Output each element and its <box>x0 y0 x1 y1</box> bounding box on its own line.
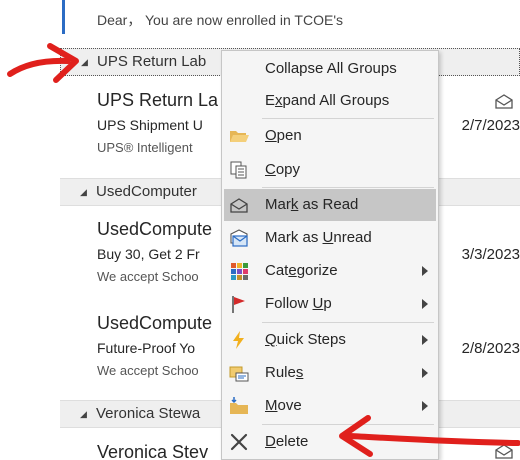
email-preview: UPS® Intelligent <box>97 140 193 155</box>
menu-item-label: Mark as Read <box>265 196 359 213</box>
envelope-open-icon[interactable] <box>494 442 514 460</box>
selection-indicator <box>62 0 65 34</box>
rules-icon <box>229 366 249 382</box>
menu-item-label: Delete <box>265 433 309 450</box>
envelope-open-icon[interactable] <box>494 92 514 110</box>
email-date: 2/8/2023 <box>461 340 520 357</box>
email-subject: Buy 30, Get 2 Fr <box>97 246 200 262</box>
submenu-arrow-icon <box>422 266 428 276</box>
menu-item-quick-steps[interactable]: Quick Steps <box>222 324 438 356</box>
group-name: UsedComputer <box>96 183 197 200</box>
menu-item-open[interactable]: Open <box>222 120 438 152</box>
menu-item-move[interactable]: Move <box>222 390 438 422</box>
menu-item-label: Rules <box>265 364 304 381</box>
move-folder-icon <box>230 397 248 414</box>
email-sender: UsedCompute <box>97 313 213 333</box>
email-subject: Future-Proof Yo <box>97 340 196 356</box>
menu-item-categorize[interactable]: Categorize <box>222 255 438 287</box>
menu-item-mark-as-unread[interactable]: Mark as Unread <box>222 222 438 254</box>
flag-icon <box>232 296 245 313</box>
lightning-icon <box>233 331 244 349</box>
menu-item-expand-all-groups[interactable]: Expand All Groups <box>222 85 438 117</box>
email-date: 2/7/2023 <box>461 117 520 134</box>
folder-open-icon <box>230 131 249 142</box>
collapse-triangle-icon[interactable]: ◢ <box>81 57 88 68</box>
menu-item-label: Quick Steps <box>265 331 346 348</box>
group-name: UPS Return Lab <box>97 53 207 70</box>
context-menu: Collapse All Groups Expand All Groups Op… <box>221 50 439 460</box>
menu-item-follow-up[interactable]: Follow Up <box>222 288 438 320</box>
email-sender: Veronica Stev <box>97 442 209 460</box>
email-preview: We accept Schoo <box>97 363 199 378</box>
submenu-arrow-icon <box>422 368 428 378</box>
menu-item-mark-as-read[interactable]: Mark as Read <box>224 189 436 221</box>
email-preview-snippet: Dear， You are now enrolled in TCOE's <box>97 12 343 28</box>
submenu-arrow-icon <box>422 401 428 411</box>
email-date: 3/3/2023 <box>461 246 520 263</box>
menu-item-label: Copy <box>265 161 301 178</box>
collapse-triangle-icon[interactable]: ◢ <box>80 409 87 420</box>
group-name: Veronica Stewa <box>96 405 201 422</box>
menu-item-label: Collapse All Groups <box>265 60 397 77</box>
menu-item-label: Categorize <box>265 262 338 279</box>
envelope-unread-icon <box>230 229 248 247</box>
menu-item-label: Follow Up <box>265 295 332 312</box>
email-subject: UPS Shipment U <box>97 117 203 133</box>
menu-item-copy[interactable]: Copy <box>222 154 438 186</box>
menu-item-delete[interactable]: Delete <box>222 426 438 458</box>
menu-item-rules[interactable]: Rules <box>222 357 438 389</box>
menu-item-label: Open <box>265 127 302 144</box>
menu-separator <box>262 322 434 323</box>
menu-item-label: Expand All Groups <box>265 92 390 109</box>
envelope-open-icon <box>230 198 248 213</box>
delete-x-icon <box>230 433 248 451</box>
menu-separator <box>262 187 434 188</box>
categorize-icon <box>231 263 248 280</box>
copy-icon <box>230 161 247 179</box>
menu-item-label: Mark as Unread <box>265 229 372 246</box>
email-sender: UPS Return La <box>97 90 219 110</box>
menu-separator <box>262 424 434 425</box>
email-preview: We accept Schoo <box>97 269 199 284</box>
menu-item-collapse-all-groups[interactable]: Collapse All Groups <box>222 53 438 85</box>
menu-separator <box>262 118 434 119</box>
menu-item-label: Move <box>265 397 302 414</box>
submenu-arrow-icon <box>422 299 428 309</box>
collapse-triangle-icon[interactable]: ◢ <box>80 187 87 198</box>
submenu-arrow-icon <box>422 335 428 345</box>
email-sender: UsedCompute <box>97 219 213 239</box>
